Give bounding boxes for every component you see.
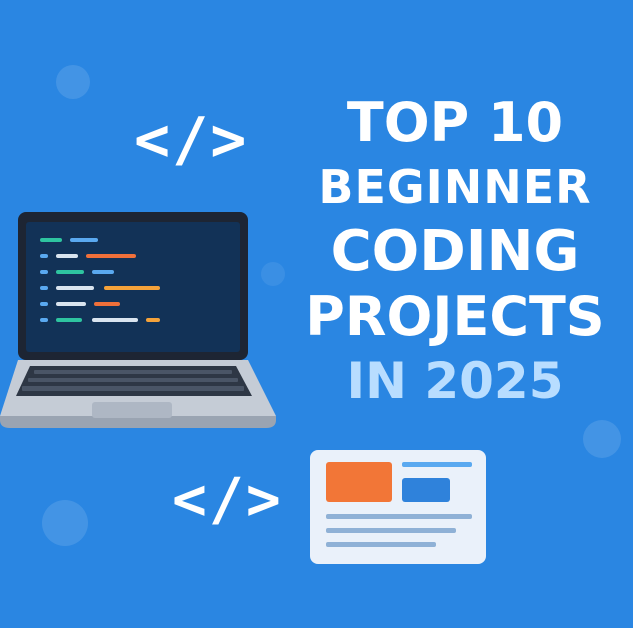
headline-line-3: CODING: [330, 219, 580, 284]
decor-bubble: [42, 500, 88, 546]
laptop-trackpad: [92, 402, 172, 418]
headline: TOP 10 BEGINNER CODING PROJECTS IN 2025: [290, 91, 620, 410]
laptop-icon: [0, 212, 276, 428]
code-tag-icon: </>: [134, 105, 249, 175]
headline-line-4: PROJECTS: [305, 285, 605, 348]
headline-line-2: BEGINNER: [318, 160, 592, 214]
headline-line-5: IN 2025: [346, 352, 564, 410]
decor-bubble: [56, 65, 90, 99]
banner-canvas: </> </> TOP 10 BEGINNER CODING PROJECTS …: [0, 0, 633, 628]
code-tag-icon: </>: [172, 465, 283, 533]
webpage-card-icon: [310, 450, 486, 564]
decor-bubble: [583, 420, 621, 458]
headline-line-1: TOP 10: [346, 91, 564, 154]
